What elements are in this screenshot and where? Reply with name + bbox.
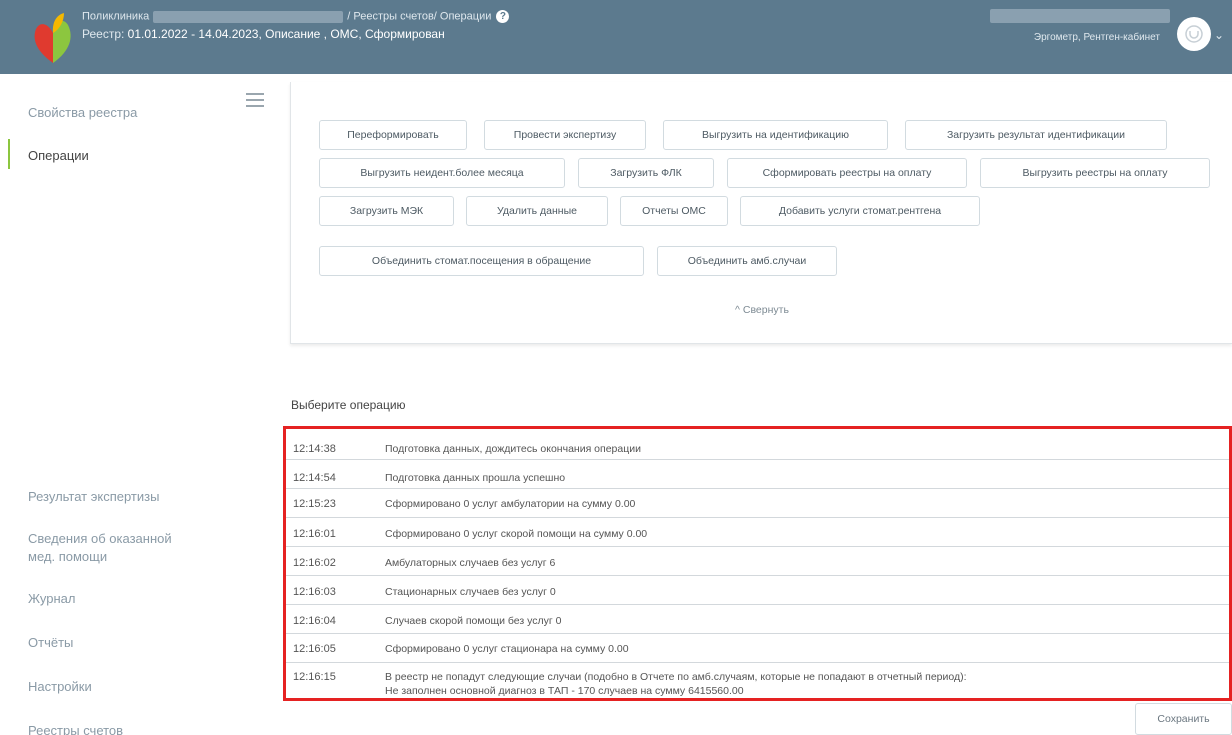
divider [286,517,1229,518]
log-message: Подготовка данных прошла успешно [385,472,566,484]
sidebar-item-operations[interactable]: Операции [28,147,89,165]
load-flk-button[interactable]: Загрузить ФЛК [578,158,714,188]
user-avatar-icon[interactable] [1177,17,1211,51]
breadcrumb: Поликлиника / Реестры счетов/ Операции? [82,10,510,23]
sidebar-item-journal[interactable]: Журнал [28,590,75,608]
divider [286,546,1229,547]
delete-data-button[interactable]: Удалить данные [466,196,608,226]
log-message: Сформировано 0 услуг амбулатории на сумм… [385,498,636,510]
merge-dental-visits-button[interactable]: Объединить стомат.посещения в обращение [319,246,644,276]
divider [286,662,1229,663]
divider [286,633,1229,634]
chevron-down-icon[interactable]: ⌄ [1214,28,1224,42]
stethoscope-icon [1185,25,1203,43]
run-expertise-button[interactable]: Провести экспертизу [484,120,646,150]
registry-label: Реестр: [82,27,125,41]
divider [286,459,1229,460]
sidebar-item-settings[interactable]: Настройки [28,678,92,696]
sidebar-item-expertise-result[interactable]: Результат экспертизы [28,488,159,506]
divider [286,575,1229,576]
save-button[interactable]: Сохранить [1135,703,1232,735]
breadcrumb-clinic[interactable]: Поликлиника [82,10,149,22]
menu-icon[interactable] [246,93,264,111]
sidebar-item-medical-care-info-line2[interactable]: мед. помощи [28,548,107,566]
reform-button[interactable]: Переформировать [319,120,467,150]
form-payment-registries-button[interactable]: Сформировать реестры на оплату [727,158,967,188]
log-time: 12:16:02 [293,557,336,569]
log-time: 12:14:54 [293,472,336,484]
user-role: Эргометр, Рентген-кабинет [1033,32,1160,43]
breadcrumb-path[interactable]: / Реестры счетов/ Операции [347,10,491,22]
operations-panel: Переформировать Провести экспертизу Выгр… [290,82,1232,344]
export-payment-registries-button[interactable]: Выгрузить реестры на оплату [980,158,1210,188]
export-identification-button[interactable]: Выгрузить на идентификацию [663,120,888,150]
log-time: 12:16:15 [293,671,336,683]
sidebar-item-invoice-registries[interactable]: Реестры счетов [28,722,123,735]
load-mek-button[interactable]: Загрузить МЭК [319,196,454,226]
log-time: 12:14:38 [293,443,336,455]
log-message: Сформировано 0 услуг скорой помощи на су… [385,528,648,540]
log-message: Амбулаторных случаев без услуг 6 [385,557,556,569]
log-time: 12:16:05 [293,643,336,655]
log-title: Выберите операцию [291,398,406,412]
registry-value: 01.01.2022 - 14.04.2023, Описание , ОМС,… [127,27,445,41]
sidebar: Свойства реестра Операции Результат эксп… [0,74,232,735]
log-message: Не заполнен основной диагноз в ТАП - 170… [385,685,744,697]
sidebar-item-medical-care-info[interactable]: Сведения об оказанной [28,530,172,548]
divider [286,488,1229,489]
load-identification-result-button[interactable]: Загрузить результат идентификации [905,120,1167,150]
redacted-user-name [990,9,1170,23]
log-time: 12:15:23 [293,498,336,510]
log-time: 12:16:01 [293,528,336,540]
collapse-toggle[interactable]: ^ Свернуть [291,304,1232,316]
question-circle-icon[interactable]: ? [496,10,510,23]
clinic-logo-icon [34,13,71,63]
log-time: 12:16:03 [293,586,336,598]
redacted-clinic-name [153,10,344,23]
log-message: В реестр не попадут следующие случаи (по… [385,671,967,683]
oms-reports-button[interactable]: Отчеты ОМС [620,196,728,226]
export-unidentified-button[interactable]: Выгрузить неидент.более месяца [319,158,565,188]
app-header: Поликлиника / Реестры счетов/ Операции? Р… [0,0,1232,74]
divider [286,604,1229,605]
log-time: 12:16:04 [293,615,336,627]
log-message: Сформировано 0 услуг стационара на сумму… [385,643,629,655]
log-message: Подготовка данных, дождитесь окончания о… [385,443,641,455]
merge-outpatient-cases-button[interactable]: Объединить амб.случаи [657,246,837,276]
log-message: Случаев скорой помощи без услуг 0 [385,615,562,627]
sidebar-active-indicator [8,139,10,169]
sidebar-item-registry-properties[interactable]: Свойства реестра [28,104,137,122]
add-dental-xray-services-button[interactable]: Добавить услуги стомат.рентгена [740,196,980,226]
sidebar-item-reports[interactable]: Отчёты [28,634,73,652]
registry-info: Реестр: 01.01.2022 - 14.04.2023, Описани… [82,27,445,41]
operation-log: 12:14:38 Подготовка данных, дождитесь ок… [283,426,1232,701]
log-message: Стационарных случаев без услуг 0 [385,586,556,598]
